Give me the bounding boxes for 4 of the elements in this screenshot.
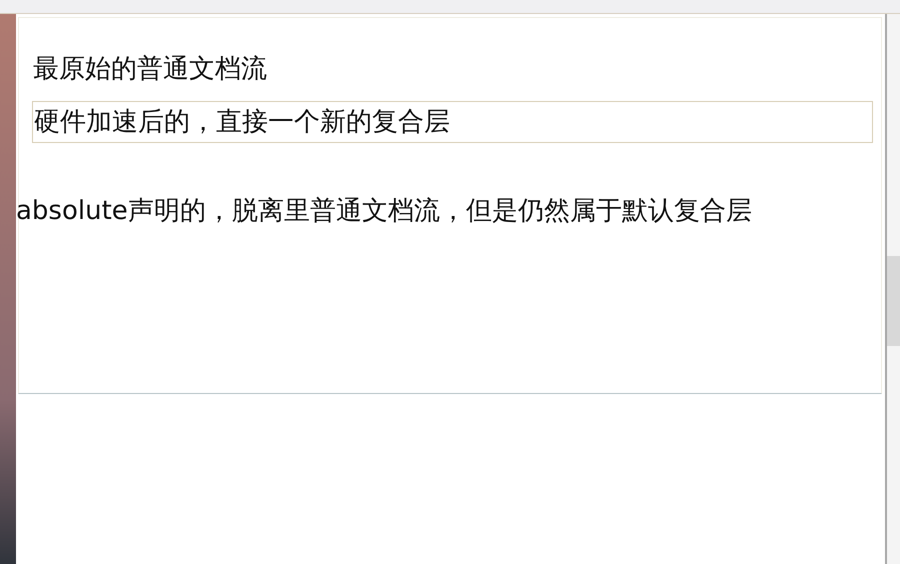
scrollbar-thumb[interactable] [887, 256, 900, 346]
absolute-text: absolute声明的，脱离里普通文档流，但是仍然属于默认复合层 [16, 194, 753, 228]
normal-flow-text: 最原始的普通文档流 [33, 53, 268, 86]
composited-layer-text: 硬件加速后的，直接一个新的复合层 [32, 100, 873, 143]
